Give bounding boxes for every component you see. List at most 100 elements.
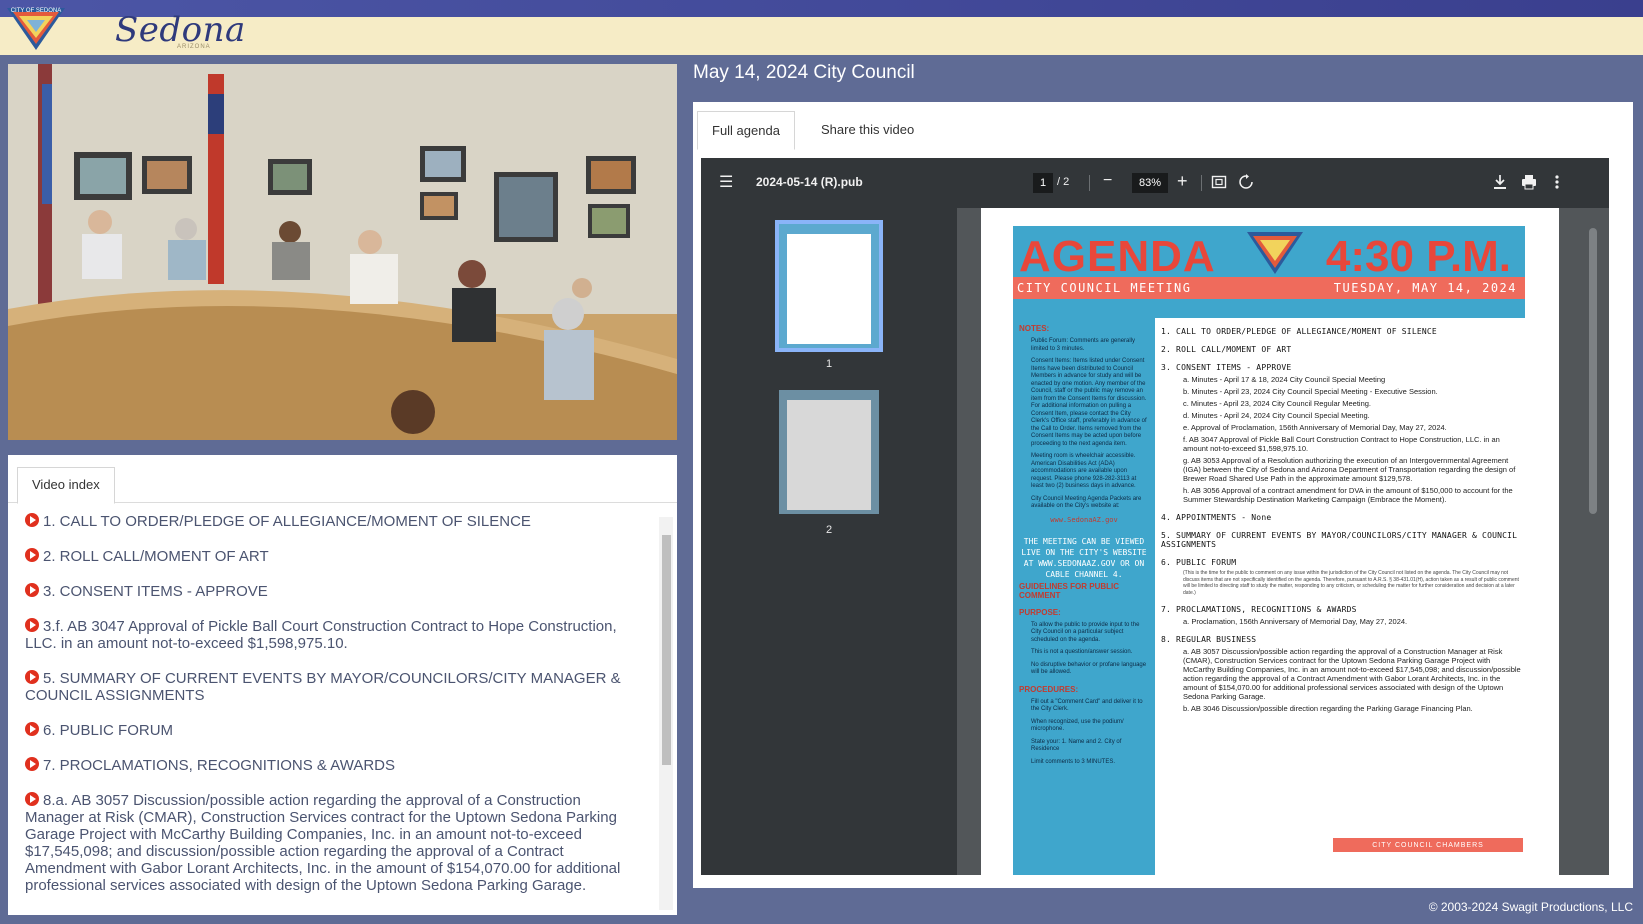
agenda-subitem: g. AB 3053 Approval of a Resolution auth… <box>1183 456 1516 483</box>
agenda-subtitle-bar: CITY COUNCIL MEETING TUESDAY, MAY 14, 20… <box>1013 277 1525 299</box>
play-icon[interactable] <box>25 757 39 771</box>
play-icon[interactable] <box>25 670 39 684</box>
agenda-item-heading: 4. APPOINTMENTS - None <box>1161 513 1272 522</box>
video-index-panel: Video index 1. CALL TO ORDER/PLEDGE OF A… <box>8 455 677 915</box>
pdf-scrollbar[interactable] <box>1587 208 1599 875</box>
tab-full-agenda[interactable]: Full agenda <box>697 111 795 150</box>
agenda-item-heading: 8. REGULAR BUSINESS <box>1161 635 1257 644</box>
procedure-item: Limit comments to 3 MINUTES. <box>1031 758 1116 765</box>
procedure-item: Fill out a "Comment Card" and deliver it… <box>1031 698 1143 713</box>
svg-text:CITY OF SEDONA: CITY OF SEDONA <box>11 8 62 14</box>
scrollbar-thumb[interactable] <box>662 535 671 765</box>
purpose-heading: PURPOSE: <box>1019 607 1061 617</box>
procedures-heading: PROCEDURES: <box>1019 684 1079 694</box>
agenda-tabs: Full agenda Share this video <box>693 102 1633 150</box>
pdf-viewer: ☰ 2024-05-14 (R).pub 1 / 2 − 83% + 1 2 A <box>701 158 1609 875</box>
notes-heading: NOTES: <box>1019 324 1050 333</box>
video-index-item[interactable]: 2. ROLL CALL/MOMENT OF ART <box>25 548 642 565</box>
procedure-item: State your: 1. Name and 2. City of Resid… <box>1031 738 1122 753</box>
agenda-date: TUESDAY, MAY 14, 2024 <box>1333 281 1517 295</box>
page-thumbnail-2[interactable] <box>779 390 879 514</box>
thumbnail-paper <box>787 234 871 344</box>
toolbar-divider <box>1201 175 1202 191</box>
video-player[interactable] <box>8 64 677 440</box>
agenda-note: City Council Meeting Agenda Packets are … <box>1031 495 1142 510</box>
agenda-items-column: 1. CALL TO ORDER/PLEDGE OF ALLEGIANCE/MO… <box>1161 318 1521 875</box>
thumbnail-label: 2 <box>825 524 833 536</box>
agenda-header: AGENDA 4:30 P.M. CITY COUNCIL MEETING TU… <box>1013 226 1525 318</box>
agenda-item-heading: 1. CALL TO ORDER/PLEDGE OF ALLEGIANCE/MO… <box>1161 327 1437 336</box>
toolbar-divider <box>1089 175 1090 191</box>
video-index-item[interactable]: 7. PROCLAMATIONS, RECOGNITIONS & AWARDS <box>25 757 642 774</box>
video-index-item-label: 3.f. AB 3047 Approval of Pickle Ball Cou… <box>25 618 617 652</box>
video-index-item-label: 7. PROCLAMATIONS, RECOGNITIONS & AWARDS <box>43 757 395 774</box>
purpose-item: This is not a question/answer session. <box>1031 649 1133 655</box>
tab-video-index[interactable]: Video index <box>17 467 115 504</box>
agenda-website: www.SedonaAZ.gov <box>1050 515 1118 524</box>
play-icon[interactable] <box>25 548 39 562</box>
procedure-item: When recognized, use the podium/ microph… <box>1031 718 1124 733</box>
agenda-time: 4:30 P.M. <box>1325 232 1511 281</box>
agenda-subitem: a. Minutes - April 17 & 18, 2024 City Co… <box>1183 375 1386 384</box>
pdf-toolbar: ☰ 2024-05-14 (R).pub 1 / 2 − 83% + <box>701 158 1609 208</box>
video-index-tabs: Video index <box>8 455 677 504</box>
play-icon[interactable] <box>25 792 39 806</box>
agenda-viewing-info: THE MEETING CAN BE VIEWED LIVE ON THE CI… <box>1021 536 1147 579</box>
tab-share-video[interactable]: Share this video <box>807 111 928 150</box>
play-icon[interactable] <box>25 583 39 597</box>
page-thumbnail-1[interactable] <box>775 220 883 352</box>
agenda-notes-column: NOTES: Public Forum: Comments are genera… <box>1013 318 1155 875</box>
site-header: CITY OF SEDONA Sedona ARIZONA <box>0 0 1643 55</box>
brand-subtitle: ARIZONA <box>177 44 211 50</box>
zoom-out-icon[interactable]: − <box>1103 172 1112 190</box>
zoom-input[interactable]: 83% <box>1132 173 1168 193</box>
more-options-icon[interactable] <box>1554 174 1560 190</box>
page-number-input[interactable]: 1 <box>1033 173 1053 193</box>
agenda-note: Public Forum: Comments are generally lim… <box>1031 338 1136 352</box>
pdf-page-area: AGENDA 4:30 P.M. CITY COUNCIL MEETING TU… <box>957 208 1609 875</box>
play-icon[interactable] <box>25 618 39 632</box>
agenda-footer: CITY COUNCIL CHAMBERS <box>1333 838 1523 852</box>
play-icon[interactable] <box>25 722 39 736</box>
video-index-item[interactable]: 8.a. AB 3057 Discussion/possible action … <box>25 792 642 894</box>
video-index-item[interactable]: 6. PUBLIC FORUM <box>25 722 642 739</box>
guidelines-heading: GUIDELINES FOR PUBLIC COMMENT <box>1019 581 1120 600</box>
copyright-text: © 2003-2024 Swagit Productions, LLC <box>1428 900 1633 914</box>
play-icon[interactable] <box>25 513 39 527</box>
fit-page-icon[interactable] <box>1211 174 1227 190</box>
video-index-item-label: 3. CONSENT ITEMS - APPROVE <box>43 583 268 600</box>
city-seal-icon: CITY OF SEDONA <box>7 8 65 50</box>
agenda-meeting-type: CITY COUNCIL MEETING <box>1017 281 1192 295</box>
agenda-subitem: a. Proclamation, 156th Anniversary of Me… <box>1183 617 1408 626</box>
video-index-item[interactable]: 3.f. AB 3047 Approval of Pickle Ball Cou… <box>25 618 642 652</box>
agenda-note: Meeting room is wheelchair accessible. A… <box>1031 453 1137 489</box>
rotate-icon[interactable] <box>1238 174 1254 190</box>
video-index-item-label: 2. ROLL CALL/MOMENT OF ART <box>43 548 269 565</box>
video-index-scrollbar[interactable] <box>659 517 673 910</box>
agenda-word: AGENDA <box>1019 232 1216 281</box>
zoom-in-icon[interactable]: + <box>1177 171 1188 192</box>
video-index-item[interactable]: 5. SUMMARY OF CURRENT EVENTS BY MAYOR/CO… <box>25 670 642 704</box>
agenda-subitem: b. AB 3046 Discussion/possible direction… <box>1183 704 1473 713</box>
thumbnail-paper <box>787 400 871 510</box>
meeting-title: May 14, 2024 City Council <box>693 62 915 83</box>
agenda-item-heading: 7. PROCLAMATIONS, RECOGNITIONS & AWARDS <box>1161 605 1357 614</box>
agenda-subitem: e. Approval of Proclamation, 156th Anniv… <box>1183 423 1447 432</box>
page-total: / 2 <box>1057 176 1070 188</box>
video-index-item[interactable]: 3. CONSENT ITEMS - APPROVE <box>25 583 642 600</box>
video-index-item[interactable]: 1. CALL TO ORDER/PLEDGE OF ALLEGIANCE/MO… <box>25 513 642 530</box>
agenda-subitem: a. AB 3057 Discussion/possible action re… <box>1183 647 1521 701</box>
council-meeting-video-frame <box>8 64 677 440</box>
scrollbar-thumb[interactable] <box>1589 228 1597 514</box>
download-icon[interactable] <box>1493 174 1507 190</box>
agenda-seal-icon <box>1247 232 1303 274</box>
agenda-item-heading: 5. SUMMARY OF CURRENT EVENTS BY MAYOR/CO… <box>1161 531 1518 549</box>
agenda-note: Consent Items: Items listed under Consen… <box>1031 358 1147 447</box>
agenda-subitem: b. Minutes - April 23, 2024 City Council… <box>1183 387 1438 396</box>
video-index-item-label: 6. PUBLIC FORUM <box>43 722 174 739</box>
agenda-subitem: h. AB 3056 Approval of a contract amendm… <box>1183 486 1513 504</box>
agenda-page: AGENDA 4:30 P.M. CITY COUNCIL MEETING TU… <box>981 208 1559 875</box>
print-icon[interactable] <box>1521 174 1537 190</box>
agenda-item-heading: 6. PUBLIC FORUM <box>1161 558 1237 567</box>
menu-icon[interactable]: ☰ <box>719 172 733 192</box>
